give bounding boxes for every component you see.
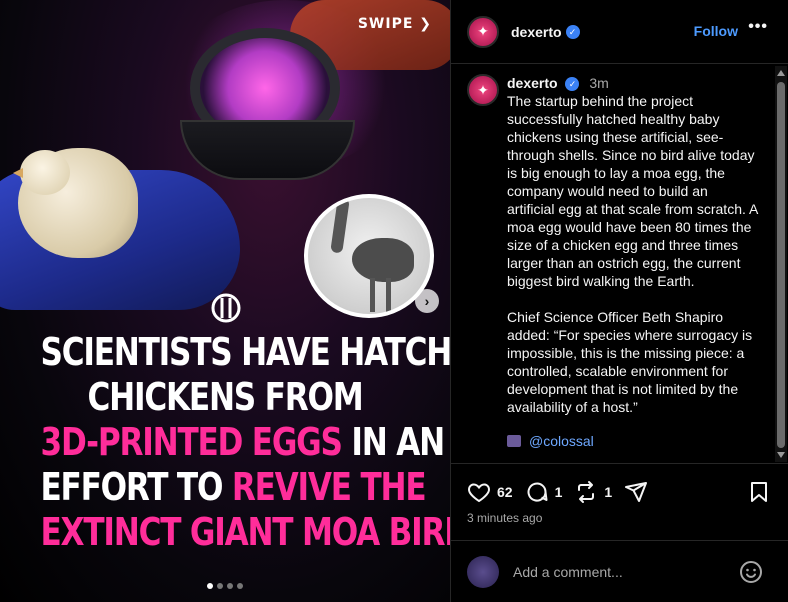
bookmark-icon (751, 482, 767, 502)
swipe-hint: SWIPE ❯ (357, 16, 432, 32)
carousel-indicator (0, 576, 450, 594)
swipe-chevron-icon: ❯ (419, 16, 432, 32)
share-button[interactable] (624, 480, 648, 504)
carousel-dot (207, 583, 213, 589)
headline-line: 3D-PRINTED EGGS IN AN (40, 420, 446, 465)
verified-badge-icon: ✓ (565, 24, 580, 39)
caption-username[interactable]: dexerto (507, 75, 558, 91)
like-button[interactable]: 62 (467, 480, 513, 504)
camera-emoji-icon (507, 435, 521, 447)
repost-icon (578, 481, 595, 503)
comment-icon (527, 482, 548, 502)
headline-segment: EFFORT TO (40, 465, 232, 509)
dexerto-logo-icon (211, 293, 241, 323)
more-options-icon[interactable]: ••• (748, 18, 768, 36)
headline-segment: REVIVE THE (231, 465, 427, 509)
avatar[interactable]: ✦ (467, 15, 499, 48)
comment-count: 1 (554, 484, 563, 500)
caption-verified-icon: ✓ (565, 77, 580, 92)
current-user-avatar (467, 555, 499, 588)
photo-incubator-base (180, 120, 355, 180)
post-timestamp: 3 minutes ago (467, 511, 543, 525)
scroll-up-icon[interactable] (777, 70, 785, 76)
caption-paragraph-1: The startup behind the project successfu… (507, 93, 758, 289)
share-icon (625, 482, 648, 502)
emoji-icon[interactable] (739, 560, 763, 584)
repost-count: 1 (604, 484, 613, 500)
post-sidebar: ✦ dexerto ✓ Follow ••• ✦ dexerto ✓ 3m Th… (450, 0, 788, 602)
caption: ✦ dexerto ✓ 3m The startup behind the pr… (467, 74, 767, 450)
repost-button[interactable]: 1 (574, 480, 612, 504)
caption-time: 3m (589, 75, 609, 91)
headline-segment: CHICKENS FROM (87, 375, 363, 419)
headline-line: CHICKENS FROM (41, 375, 410, 420)
headline-line: EFFORT TO REVIVE THE (40, 465, 427, 510)
scrollbar[interactable] (775, 66, 787, 462)
carousel-next-button[interactable]: › (415, 289, 439, 313)
headline-line: EXTINCT GIANT MOA BIRD (41, 510, 451, 555)
comment-input[interactable] (513, 563, 733, 580)
comments-panel[interactable]: ✦ dexerto ✓ 3m The startup behind the pr… (451, 64, 788, 464)
like-count: 62 (497, 484, 513, 500)
headline: SCIENTISTS HAVE HATCHEDCHICKENS FROM3D-P… (40, 330, 451, 555)
photo-chick-head (20, 150, 70, 195)
mention-link[interactable]: @colossal (529, 432, 594, 450)
heart-icon (468, 483, 490, 503)
headline-segment: SCIENTISTS HAVE HATCHED (40, 330, 451, 374)
add-comment-bar (451, 540, 788, 602)
carousel-dot (237, 583, 243, 589)
carousel-dot (217, 583, 223, 589)
mention-row: @colossal (507, 432, 759, 450)
headline-segment: 3D-PRINTED EGGS (40, 420, 343, 464)
caption-avatar[interactable]: ✦ (467, 74, 499, 106)
header-username[interactable]: dexerto (511, 24, 562, 40)
scrollbar-thumb[interactable] (777, 82, 785, 448)
follow-button[interactable]: Follow (694, 23, 738, 39)
post-media[interactable]: SWIPE ❯ › SCIENTISTS HAVE HATCHEDCHICKEN… (0, 0, 450, 602)
save-button[interactable] (747, 480, 771, 509)
photo-chick-beak (13, 168, 23, 178)
headline-line: SCIENTISTS HAVE HATCHED (41, 330, 451, 375)
caption-paragraph-2: Chief Science Officer Beth Shapiro added… (507, 309, 753, 415)
post-header: ✦ dexerto ✓ Follow ••• (451, 0, 788, 64)
headline-segment: EXTINCT GIANT MOA BIRD (40, 510, 451, 554)
action-bar: 62 1 1 (467, 474, 773, 510)
comment-button[interactable]: 1 (525, 480, 563, 504)
scroll-down-icon[interactable] (777, 452, 785, 458)
headline-segment: IN AN (341, 420, 445, 464)
carousel-dot (227, 583, 233, 589)
